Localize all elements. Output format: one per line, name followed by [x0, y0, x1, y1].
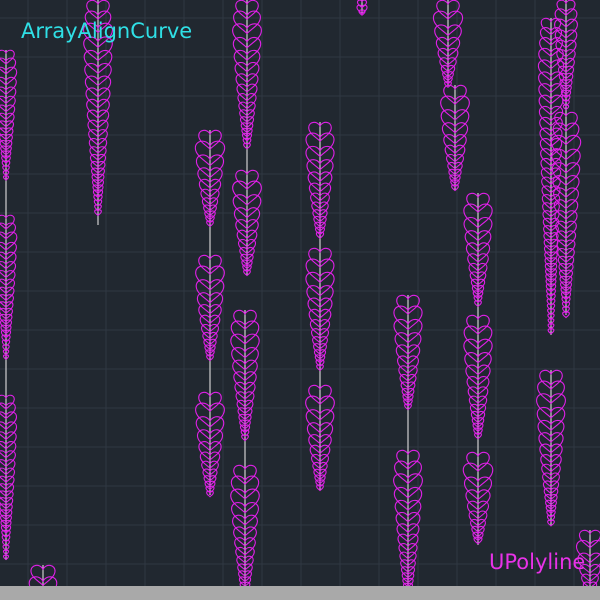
heart-icon	[0, 411, 18, 431]
heart-column[interactable]	[537, 17, 565, 335]
object-label: UPolyline	[489, 550, 586, 574]
heart-icon	[0, 104, 16, 121]
heart-icon	[0, 475, 15, 491]
heart-icon	[0, 86, 17, 105]
heart-column[interactable]	[0, 49, 18, 561]
heart-icon	[0, 286, 15, 302]
heart-icon	[0, 112, 15, 128]
heart-column[interactable]	[440, 84, 470, 192]
heart-column[interactable]	[305, 121, 335, 492]
heart-column[interactable]	[232, 0, 262, 277]
heart-icon	[0, 450, 16, 468]
status-bar	[0, 586, 600, 600]
heart-icon	[0, 241, 17, 261]
heart-column[interactable]	[230, 309, 260, 600]
heart-column[interactable]	[194, 129, 226, 498]
heart-array-group[interactable]	[0, 0, 600, 600]
heart-icon	[0, 394, 15, 410]
drawing-canvas[interactable]	[0, 0, 600, 600]
heart-icon	[0, 214, 15, 230]
heart-icon	[0, 459, 16, 476]
cad-drawing-window: ArrayAlignCurve UPolyline	[0, 0, 600, 600]
heart-icon	[0, 431, 17, 450]
heart-icon	[0, 421, 18, 441]
heart-icon	[0, 270, 16, 287]
command-label: ArrayAlignCurve	[21, 19, 193, 43]
heart-column[interactable]	[536, 369, 566, 527]
heart-icon	[0, 251, 17, 270]
heart-icon	[0, 76, 17, 96]
heart-icon	[0, 231, 18, 251]
heart-column[interactable]	[432, 0, 464, 89]
heart-column[interactable]	[356, 0, 368, 16]
heart-icon	[0, 467, 16, 484]
heart-icon	[0, 66, 18, 86]
heart-icon	[0, 441, 17, 459]
heart-icon	[0, 261, 17, 279]
heart-icon	[0, 95, 16, 113]
